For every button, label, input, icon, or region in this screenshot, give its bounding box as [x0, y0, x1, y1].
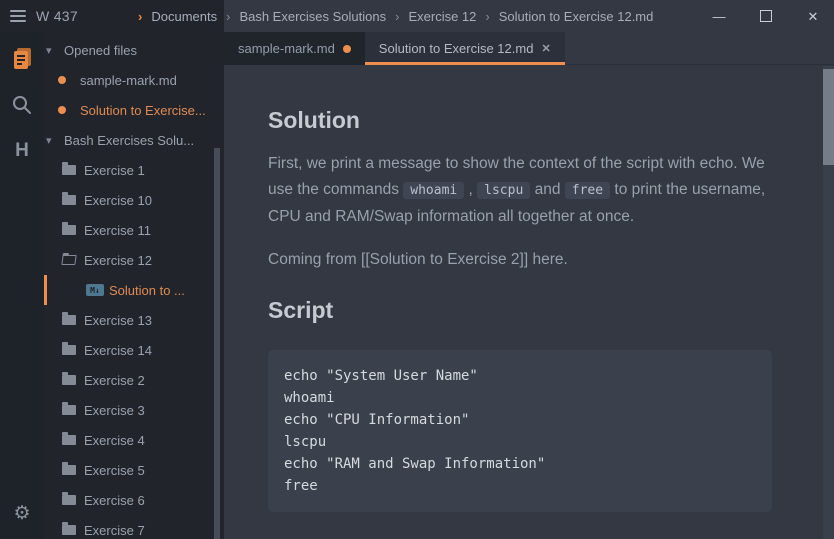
code-block[interactable]: echo "System User Name" whoami echo "CPU…: [268, 350, 772, 512]
window-controls: — ✕: [712, 0, 820, 32]
code-line: whoami: [284, 387, 772, 409]
folder-icon: [62, 525, 76, 535]
editor-scrollbar-track[interactable]: [823, 66, 834, 539]
selection-indicator-bar: [44, 275, 47, 305]
modified-dot-icon: [343, 45, 351, 53]
tree-folder[interactable]: Exercise 1: [44, 155, 224, 185]
code-line: echo "System User Name": [284, 365, 772, 387]
opened-file-item-active[interactable]: Solution to Exercise...: [44, 95, 224, 125]
tree-folder[interactable]: Exercise 3: [44, 395, 224, 425]
inline-code: free: [565, 182, 610, 199]
tree-folder[interactable]: Exercise 13: [44, 305, 224, 335]
code-line: lscpu: [284, 431, 772, 453]
window-title: W 437: [36, 8, 78, 24]
tree-folder[interactable]: Exercise 14: [44, 335, 224, 365]
maximize-button[interactable]: [760, 10, 772, 22]
file-tree: ▾ Opened files sample-mark.md Solution t…: [44, 32, 224, 539]
markdown-preview[interactable]: Solution First, we print a message to sh…: [224, 65, 834, 539]
close-window-button[interactable]: ✕: [806, 10, 820, 23]
modified-dot-icon: [58, 76, 66, 84]
breadcrumb-item[interactable]: Bash Exercises Solutions: [239, 9, 386, 24]
breadcrumb: › Documents › Bash Exercises Solutions ›…: [138, 0, 653, 32]
tab-label: Solution to Exercise 12.md: [379, 41, 534, 56]
chevron-down-icon[interactable]: ▾: [46, 44, 62, 57]
folder-icon: [62, 165, 76, 175]
tab-sample-mark[interactable]: sample-mark.md: [224, 32, 365, 65]
code-line: free: [284, 475, 772, 497]
folder-icon: [62, 195, 76, 205]
tree-folder[interactable]: Exercise 4: [44, 425, 224, 455]
inline-code: whoami: [403, 182, 464, 199]
app-window: W 437 › Documents › Bash Exercises Solut…: [0, 0, 834, 539]
chevron-right-icon: ›: [485, 9, 489, 24]
sidebar: H ⚙ ▾ Opened files sample-mark.md Soluti…: [0, 32, 224, 539]
inline-code: lscpu: [477, 182, 530, 199]
search-icon[interactable]: [0, 94, 44, 116]
chevron-right-icon: ›: [226, 9, 230, 24]
tab-bar: sample-mark.md Solution to Exercise 12.m…: [224, 32, 834, 65]
folder-icon: [62, 465, 76, 475]
title-bar: W 437 › Documents › Bash Exercises Solut…: [0, 0, 834, 32]
code-line: echo "CPU Information": [284, 409, 772, 431]
doc-heading-solution: Solution: [268, 107, 834, 134]
files-icon[interactable]: [0, 46, 44, 72]
headings-outline-icon[interactable]: H: [0, 140, 44, 162]
breadcrumb-item[interactable]: Solution to Exercise 12.md: [499, 9, 654, 24]
tab-label: sample-mark.md: [238, 41, 335, 56]
folder-icon: [62, 345, 76, 355]
gear-icon[interactable]: ⚙: [0, 502, 44, 525]
tree-file-selected[interactable]: M↓ Solution to ...: [44, 275, 224, 305]
modified-dot-icon: [58, 106, 66, 114]
folder-icon: [62, 375, 76, 385]
folder-icon: [62, 315, 76, 325]
sidebar-scrollbar[interactable]: [214, 148, 220, 539]
folder-icon: [62, 225, 76, 235]
opened-file-item[interactable]: sample-mark.md: [44, 65, 224, 95]
tree-folder[interactable]: Exercise 10: [44, 185, 224, 215]
tab-solution-exercise-12[interactable]: Solution to Exercise 12.md ✕: [365, 32, 565, 65]
tree-folder[interactable]: Exercise 5: [44, 455, 224, 485]
breadcrumb-item[interactable]: Exercise 12: [408, 9, 476, 24]
tree-folder[interactable]: Exercise 11: [44, 215, 224, 245]
chevron-right-icon: ›: [395, 9, 399, 24]
hamburger-menu-icon[interactable]: [10, 10, 26, 22]
breadcrumb-item[interactable]: Documents: [151, 9, 217, 24]
activity-bar: H ⚙: [0, 32, 44, 539]
close-tab-icon[interactable]: ✕: [541, 42, 550, 55]
main-content: sample-mark.md Solution to Exercise 12.m…: [224, 32, 834, 539]
tree-folder[interactable]: Exercise 7: [44, 515, 224, 539]
tree-section-root-folder[interactable]: ▾ Bash Exercises Solu...: [44, 125, 224, 155]
editor-scrollbar-thumb[interactable]: [823, 69, 834, 165]
markdown-file-icon: M↓: [86, 284, 104, 296]
folder-open-icon: [61, 255, 76, 265]
tree-folder[interactable]: Exercise 6: [44, 485, 224, 515]
doc-heading-script: Script: [268, 297, 834, 324]
minimize-button[interactable]: —: [712, 10, 726, 23]
breadcrumb-lead-icon: ›: [138, 9, 142, 24]
tree-folder[interactable]: Exercise 2: [44, 365, 224, 395]
folder-icon: [62, 495, 76, 505]
tree-section-opened-files[interactable]: ▾ Opened files: [44, 35, 224, 65]
folder-icon: [62, 435, 76, 445]
chevron-down-icon[interactable]: ▾: [46, 134, 62, 147]
folder-icon: [62, 405, 76, 415]
doc-paragraph-wikilink: Coming from [[Solution to Exercise 2]] h…: [268, 247, 776, 273]
tree-folder-expanded[interactable]: Exercise 12: [44, 245, 224, 275]
doc-paragraph: First, we print a message to show the co…: [268, 151, 776, 230]
code-line: echo "RAM and Swap Information": [284, 453, 772, 475]
